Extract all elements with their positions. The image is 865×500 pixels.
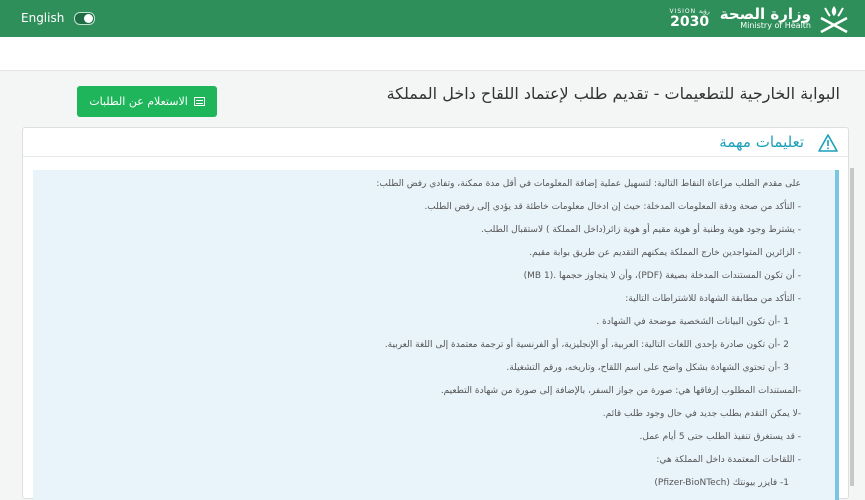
inquiry-requests-button[interactable]: الاستعلام عن الطلبات: [77, 86, 217, 117]
instructions-content: على مقدم الطلب مراعاة النقاط التالية: لت…: [33, 170, 839, 500]
instruction-line: على مقدم الطلب مراعاة النقاط التالية: لت…: [376, 179, 801, 189]
language-switch[interactable]: English: [21, 11, 96, 25]
list-icon: [193, 97, 205, 106]
instruction-line: -المستندات المطلوب إرفاقها هي: صورة من ج…: [440, 386, 801, 396]
instruction-line: 2 -أن تكون صادرة بإحدى اللغات التالية: ا…: [384, 340, 789, 350]
instruction-line: - التأكد من صحة ودقة المعلومات المدخلة: …: [424, 202, 801, 212]
top-header-bar: English VISION رؤية 2030 وزارة الصحة Min…: [0, 0, 865, 37]
page-scrollbar[interactable]: [850, 168, 854, 486]
toggle-knob: [84, 13, 94, 23]
sub-header-bar: [0, 37, 865, 71]
vision-2030-logo: VISION رؤية 2030: [669, 8, 710, 30]
instructions-card-header: تعليمات مهمة: [23, 128, 848, 157]
vision-number: 2030: [670, 13, 710, 30]
instruction-line: 3 -أن تحتوي الشهادة بشكل واضح على اسم ال…: [506, 363, 789, 373]
warning-icon: [818, 134, 838, 152]
instruction-line: - قد يستغرق تنفيذ الطلب حتى 5 أيام عمل.: [639, 432, 801, 442]
instruction-line: -لا يمكن التقدم بطلب جديد في حال وجود طل…: [602, 409, 801, 419]
ministry-name-ar: وزارة الصحة: [719, 4, 811, 23]
instructions-title: تعليمات مهمة: [719, 133, 804, 151]
instruction-line: - اللقاحات المعتمدة داخل المملكة هي:: [656, 455, 801, 465]
language-label: English: [21, 11, 65, 25]
instruction-line: 1- فايزر بيونتك (Pfizer-BioNTech): [654, 478, 789, 488]
inquiry-button-label: الاستعلام عن الطلبات: [89, 95, 188, 108]
language-toggle[interactable]: [74, 11, 96, 25]
saudi-emblem-icon: [820, 5, 848, 33]
instructions-card: تعليمات مهمة على مقدم الطلب مراعاة النقا…: [22, 127, 849, 500]
ministry-name-en: Ministry of Health: [740, 21, 811, 31]
instruction-line: 1 -أن تكون البيانات الشخصية موضحة في الش…: [596, 317, 789, 327]
instruction-line: - الزائرين المتواجدين خارج المملكة يمكنه…: [529, 248, 801, 258]
instruction-line: - التأكد من مطابقة الشهادة للاشتراطات ال…: [625, 294, 801, 304]
ministry-logo[interactable]: VISION رؤية 2030 وزارة الصحة Ministry of…: [669, 2, 851, 35]
instruction-line: - أن تكون المستندات المدخلة بصيغة (PDF)،…: [523, 271, 801, 281]
instruction-line: - يشترط وجود هوية وطنية أو هوية مقيم أو …: [480, 225, 801, 235]
page-title: البوابة الخارجية للتطعيمات - تقديم طلب ل…: [386, 84, 840, 103]
